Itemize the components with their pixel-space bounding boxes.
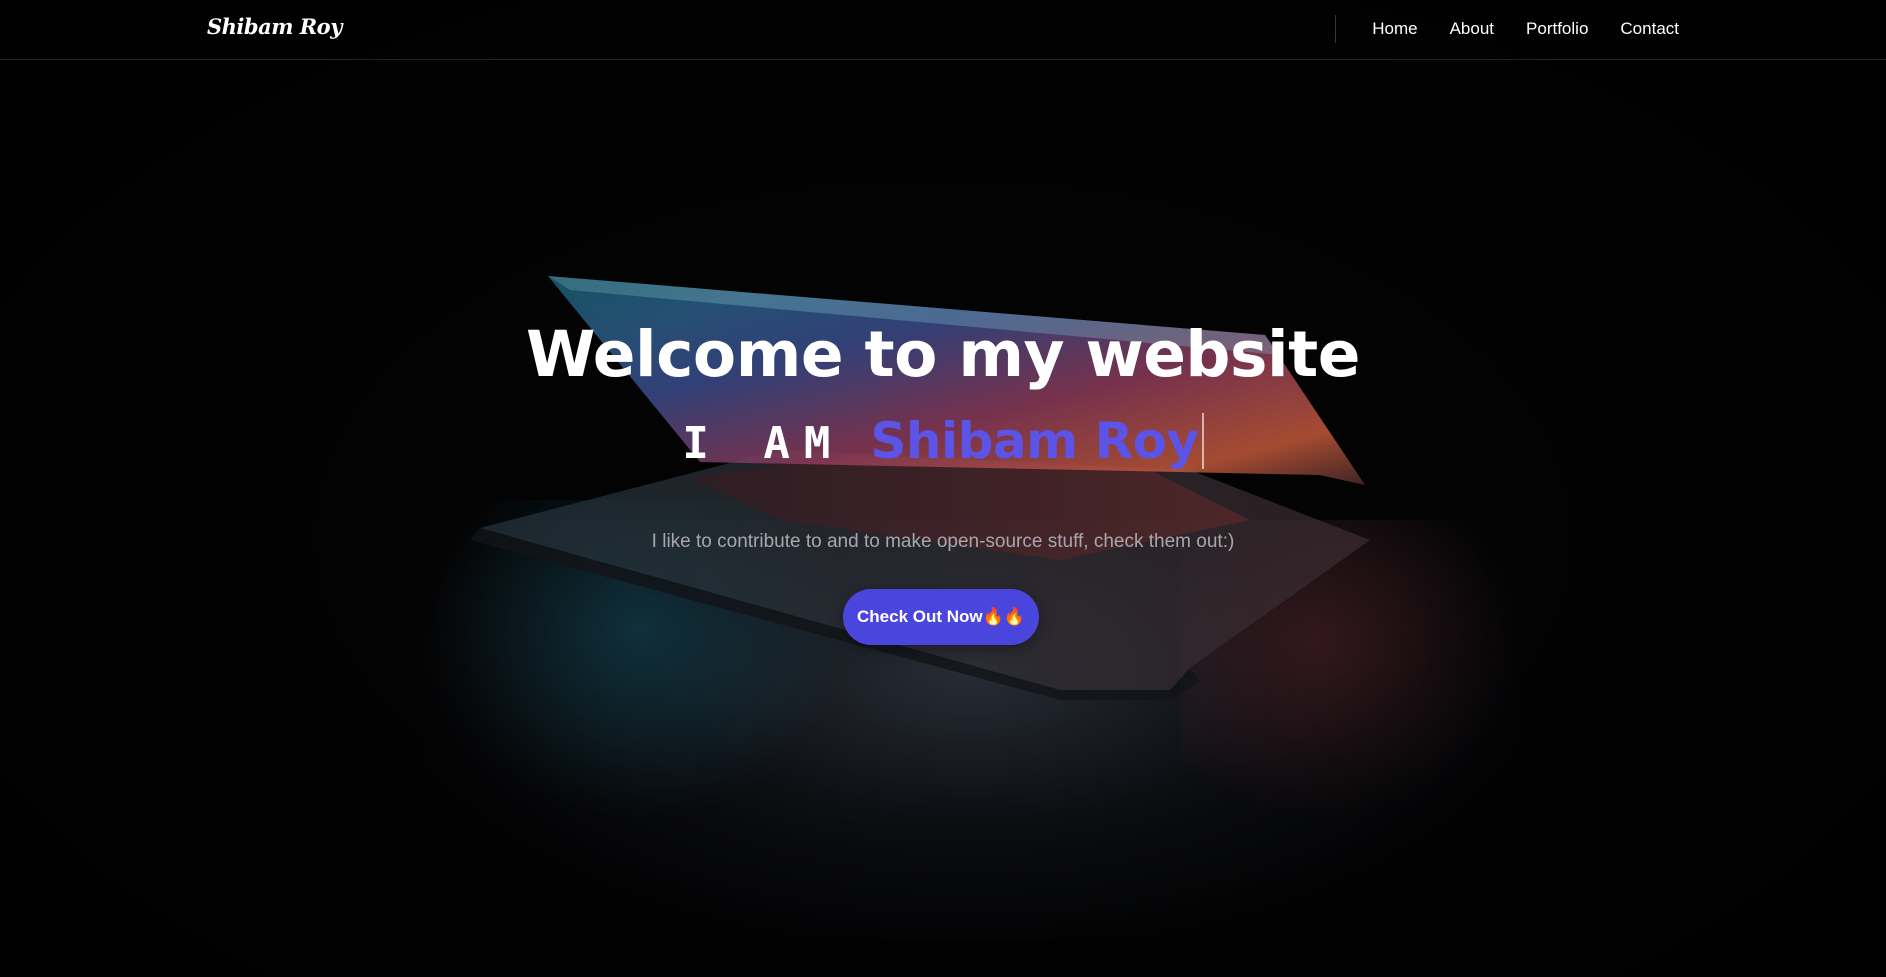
hero-section: Welcome to my website I AM Shibam Roy I … — [0, 0, 1886, 977]
check-out-now-button[interactable]: Check Out Now🔥🔥 — [843, 589, 1039, 645]
hero-subtitle: I like to contribute to and to make open… — [651, 531, 1235, 552]
nav-links: Home About Portfolio Contact — [1372, 19, 1679, 39]
page: Shibam Roy Home About Portfolio Contact … — [0, 0, 1886, 977]
nav-divider — [1335, 15, 1336, 43]
navbar: Shibam Roy Home About Portfolio Contact — [0, 0, 1886, 60]
hero-prefix: I AM — [682, 417, 845, 469]
nav-link-home[interactable]: Home — [1372, 19, 1417, 39]
nav-link-portfolio[interactable]: Portfolio — [1526, 19, 1588, 39]
brand-logo[interactable]: Shibam Roy — [207, 14, 342, 39]
typed-name-wrapper: Shibam Roy — [870, 412, 1204, 470]
typing-caret — [1201, 413, 1204, 469]
nav-link-contact[interactable]: Contact — [1620, 19, 1679, 39]
nav-link-about[interactable]: About — [1450, 19, 1494, 39]
typed-name: Shibam Roy — [870, 412, 1199, 470]
typing-line: I AM Shibam Roy — [0, 412, 1886, 470]
hero-title: Welcome to my website — [526, 318, 1360, 391]
